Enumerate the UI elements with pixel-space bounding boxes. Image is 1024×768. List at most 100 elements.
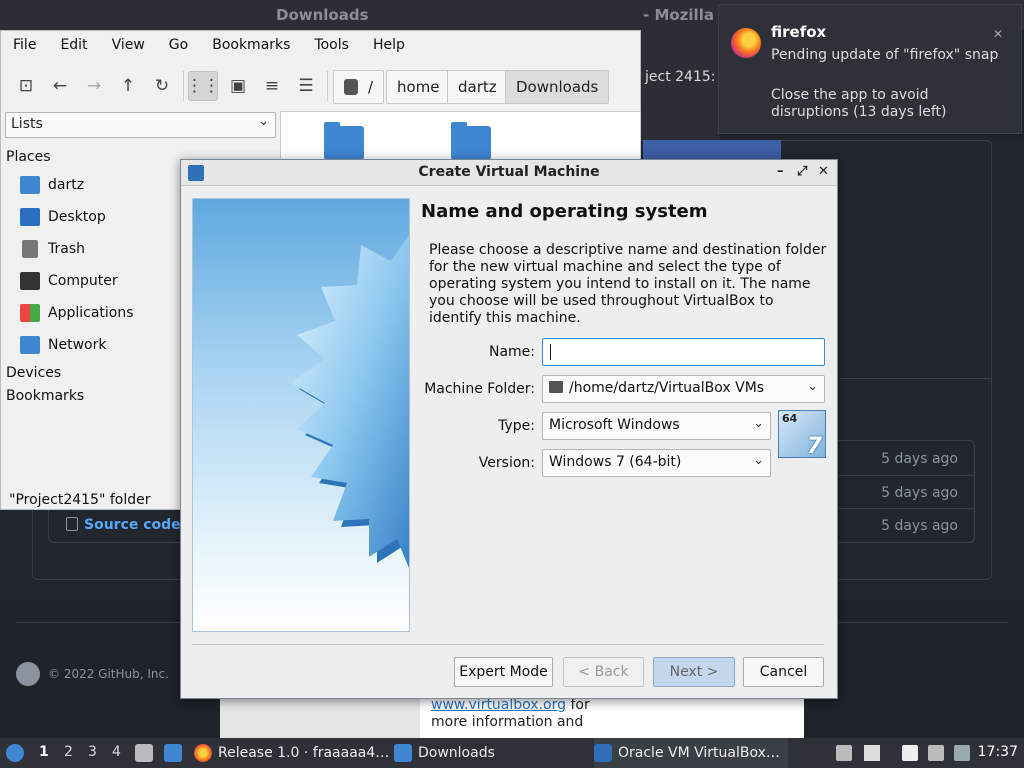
sidebar-item-network[interactable]: Network — [20, 336, 106, 354]
source-code-link[interactable]: Source code — [66, 517, 181, 533]
show-desktop-icon[interactable] — [164, 738, 188, 768]
workspace-4[interactable]: 4 — [112, 744, 121, 760]
display-icon[interactable] — [928, 745, 944, 761]
folder-icon[interactable] — [324, 122, 364, 160]
sidebar-item-dartz[interactable]: dartz — [20, 176, 84, 194]
compact-view-icon[interactable]: ≡ — [257, 71, 287, 101]
folder-icon — [549, 381, 563, 393]
devices-heading[interactable]: Devices — [6, 365, 61, 381]
menu-file[interactable]: File — [1, 37, 48, 53]
menu-go[interactable]: Go — [157, 37, 200, 53]
volume-icon[interactable] — [864, 745, 880, 761]
vm-name-input[interactable] — [542, 338, 825, 366]
network-icon — [20, 336, 40, 354]
firefox-icon — [194, 744, 212, 762]
thumbnail-view-icon[interactable]: ▣ — [223, 71, 253, 101]
desktop-icon — [20, 208, 40, 226]
sidebar-item-applications[interactable]: Applications — [20, 304, 134, 322]
background-title-left: Downloads — [276, 6, 369, 24]
chevron-down-icon: ⌄ — [753, 453, 764, 468]
button-separator — [192, 644, 824, 645]
sidebar-item-trash[interactable]: Trash — [20, 240, 85, 258]
menu-bar: File Edit View Go Bookmarks Tools Help — [1, 31, 640, 59]
breadcrumb-home[interactable]: home — [386, 70, 451, 104]
virtualbox-info-text: www.virtualbox.org for more information … — [431, 697, 590, 730]
notes-icon[interactable] — [902, 745, 918, 761]
minimize-icon[interactable]: – — [777, 164, 784, 179]
breadcrumb-root[interactable]: / — [333, 70, 385, 104]
folder-icon[interactable] — [451, 122, 491, 160]
detailed-view-icon[interactable]: ☰ — [291, 71, 321, 101]
name-label: Name: — [488, 344, 535, 360]
virtualbox-page-shade — [220, 698, 420, 738]
computer-icon — [20, 272, 40, 290]
back-button[interactable]: < Back — [563, 657, 644, 687]
firefox-window-edge — [640, 30, 720, 140]
asset-date: 5 days ago — [881, 485, 958, 501]
menu-tools[interactable]: Tools — [302, 37, 361, 53]
clock[interactable]: 17:37 — [978, 744, 1018, 760]
machine-folder-label: Machine Folder: — [424, 381, 535, 397]
breadcrumb-dartz[interactable]: dartz — [447, 70, 508, 104]
forward-arrow-icon[interactable]: → — [79, 71, 109, 101]
windows7-64-icon: 64 7 — [778, 410, 826, 459]
menu-view[interactable]: View — [100, 37, 157, 53]
menu-help[interactable]: Help — [361, 37, 417, 53]
dialog-titlebar[interactable]: Create Virtual Machine – ⤢ ✕ — [181, 160, 837, 186]
icon-view-icon[interactable]: ⋮⋮ — [186, 71, 220, 101]
status-bar-text: "Project2415" folder — [9, 492, 151, 508]
toolbar-separator — [183, 71, 184, 101]
create-vm-dialog: Create Virtual Machine – ⤢ ✕ Name and op… — [180, 159, 838, 699]
workspace-2[interactable]: 2 — [64, 744, 73, 760]
taskbar-task-firefox[interactable]: Release 1.0 · fraaaaa4… — [194, 738, 389, 768]
machine-folder-select[interactable]: /home/dartz/VirtualBox VMs ⌄ — [542, 375, 825, 403]
chevron-down-icon: ⌄ — [258, 114, 269, 129]
up-arrow-icon[interactable]: ↑ — [113, 71, 143, 101]
chevron-down-icon: ⌄ — [807, 379, 818, 394]
start-menu-icon[interactable] — [6, 738, 30, 768]
version-label: Version: — [478, 455, 535, 471]
chevron-down-icon: ⌄ — [753, 416, 764, 431]
notification-popup[interactable]: firefox ✕ Pending update of "firefox" sn… — [718, 4, 1022, 134]
back-arrow-icon[interactable]: ← — [45, 71, 75, 101]
taskbar-task-downloads[interactable]: Downloads — [394, 738, 495, 768]
reload-icon[interactable]: ↻ — [147, 71, 177, 101]
menu-bookmarks[interactable]: Bookmarks — [200, 37, 302, 53]
close-icon[interactable]: ✕ — [818, 164, 829, 179]
next-button[interactable]: Next > — [653, 657, 735, 687]
os-type-select[interactable]: Microsoft Windows ⌄ — [542, 412, 771, 440]
expert-mode-button[interactable]: Expert Mode — [454, 657, 553, 687]
taskbar-task-virtualbox[interactable]: Oracle VM VirtualBox… — [594, 738, 788, 768]
folder-icon — [394, 744, 412, 762]
applications-icon — [20, 304, 40, 322]
workspace-3[interactable]: 3 — [88, 744, 97, 760]
new-tab-icon[interactable]: ⊡ — [11, 71, 41, 101]
bookmarks-heading[interactable]: Bookmarks — [6, 388, 84, 404]
workspace-1[interactable]: 1 — [39, 744, 49, 760]
notification-body-1: Pending update of "firefox" snap — [771, 47, 999, 63]
virtualbox-icon — [594, 744, 612, 762]
network-tray-icon[interactable] — [954, 745, 970, 761]
sidebar-item-desktop[interactable]: Desktop — [20, 208, 106, 226]
notification-body-2: Close the app to avoid disruptions (13 d… — [771, 87, 947, 120]
cancel-button[interactable]: Cancel — [743, 657, 824, 687]
virtualbox-link[interactable]: www.virtualbox.org — [431, 697, 566, 713]
breadcrumb-downloads[interactable]: Downloads — [505, 70, 610, 104]
github-logo-icon[interactable] — [16, 662, 40, 686]
maximize-icon[interactable]: ⤢ — [797, 164, 807, 179]
tray-clipboard-icon[interactable] — [836, 745, 852, 761]
firefox-tab-title: ject 2415: b — [645, 69, 729, 85]
close-icon[interactable]: ✕ — [993, 27, 1003, 41]
starburst-image — [291, 234, 409, 569]
file-manager-launcher-icon[interactable] — [135, 738, 159, 768]
wizard-banner-image — [192, 198, 410, 632]
toolbar-separator — [327, 71, 328, 101]
sidebar-item-computer[interactable]: Computer — [20, 272, 118, 290]
side-pane-select[interactable]: Lists ⌄ — [5, 112, 276, 138]
search-icon[interactable] — [344, 79, 358, 95]
trash-icon — [22, 240, 38, 258]
os-version-select[interactable]: Windows 7 (64-bit) ⌄ — [542, 449, 771, 477]
menu-edit[interactable]: Edit — [48, 37, 99, 53]
background-title-right: - Mozilla — [643, 6, 714, 24]
taskbar: 1 2 3 4 Release 1.0 · fraaaaa4… Download… — [0, 738, 1024, 768]
